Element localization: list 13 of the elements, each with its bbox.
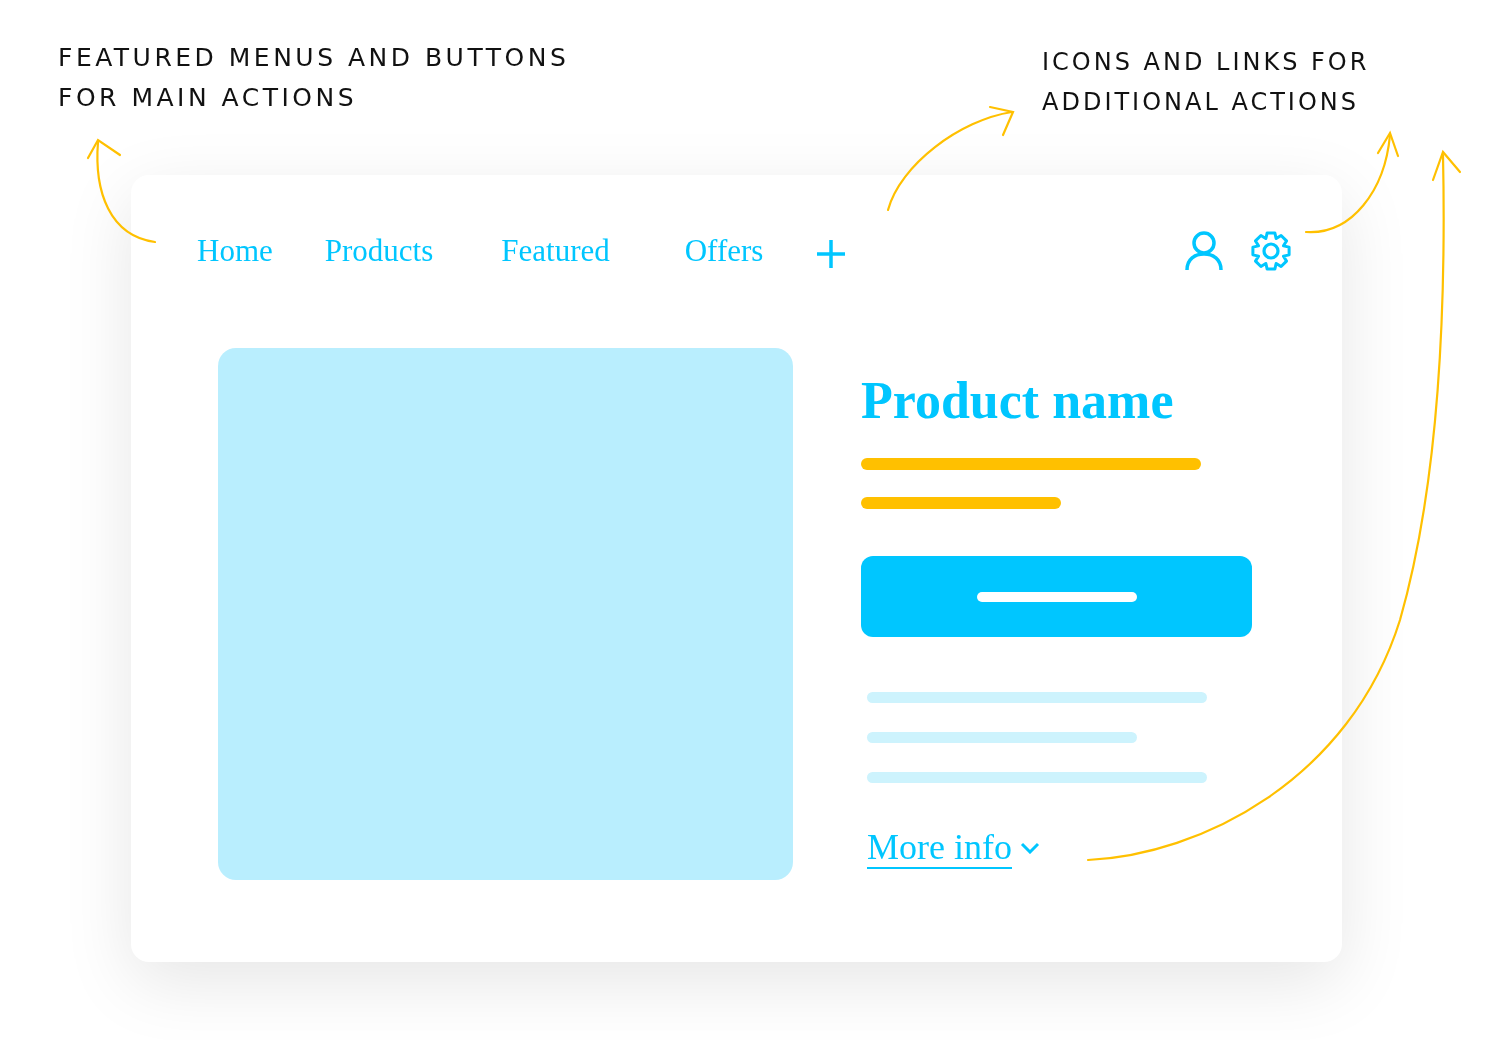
plus-icon[interactable] <box>815 238 848 270</box>
annotation-text: ICONS AND LINKS FOR ADDITIONAL ACTIONS <box>1042 47 1370 118</box>
settings-icon[interactable] <box>1250 230 1292 272</box>
annotation-text: FEATURED MENUS AND BUTTONS FOR MAIN ACTIONS <box>58 42 570 114</box>
user-icon[interactable] <box>1184 230 1224 272</box>
more-info-link[interactable]: More info <box>867 827 1012 869</box>
nav-link[interactable]: Products <box>324 227 434 275</box>
product-title: Product name <box>861 371 1175 431</box>
nav-link[interactable]: Featured <box>501 227 610 275</box>
chevron-down-icon[interactable] <box>1019 842 1040 854</box>
action-button[interactable] <box>861 556 1252 637</box>
nav-link[interactable]: Home <box>197 227 273 275</box>
nav-link[interactable]: Offers <box>684 227 764 275</box>
